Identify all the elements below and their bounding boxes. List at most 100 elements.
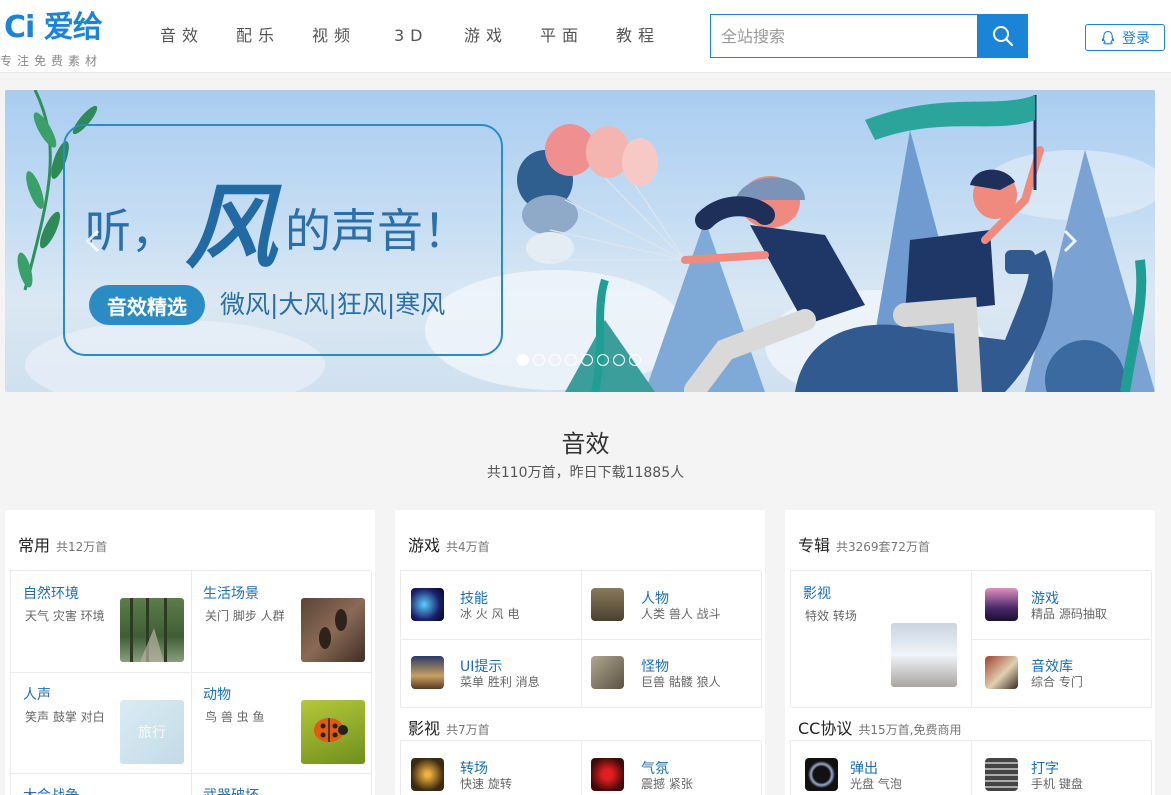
sub-section-header: 影视 共7万首 — [408, 715, 490, 739]
category-name: 人声 — [23, 687, 51, 703]
card-count: 共3269套72万首 — [836, 540, 930, 554]
banner-dot-1[interactable] — [517, 354, 529, 366]
banner-dot-7[interactable] — [613, 354, 625, 366]
category-tags: 笑声 鼓掌 对白 — [25, 710, 105, 724]
card-header: 常用 共12万首 — [18, 532, 107, 556]
card-count: 共4万首 — [446, 540, 490, 554]
banner-headline: 听，风 的声音！ — [85, 181, 470, 273]
banner-prev-arrow-icon[interactable] — [80, 228, 106, 254]
banner-dot-4[interactable] — [565, 354, 577, 366]
sub-section-count: 共15万首,免费商用 — [858, 723, 962, 737]
nav-item-graphics[interactable]: 平面 — [540, 24, 584, 48]
search-box — [710, 14, 978, 58]
category-tags: 手机 键盘 — [1031, 777, 1083, 791]
nav-item-3d[interactable]: 3D — [394, 24, 429, 48]
category-animals[interactable]: 动物 鸟 兽 虫 鱼 — [191, 672, 372, 774]
logo-mark: Ci 爱给 — [4, 10, 103, 45]
category-popup[interactable]: 弹出 光盘 气泡 — [791, 741, 972, 795]
category-tags: 人类 兽人 战斗 — [641, 607, 721, 621]
category-nature[interactable]: 自然环境 天气 灾害 环境 — [11, 571, 192, 673]
card-games: 游戏 共4万首 技能 冰 火 风 电 人物 人类 兽人 战斗 UI提示 菜单 胜利… — [395, 510, 765, 795]
category-name: 动物 — [203, 687, 231, 703]
banner-dot-8[interactable] — [629, 354, 641, 366]
card-title: 常用 — [18, 536, 51, 555]
category-typing[interactable]: 打字 手机 键盘 — [971, 741, 1152, 795]
category-characters[interactable]: 人物 人类 兽人 战斗 — [581, 571, 762, 640]
banner-title-big: 风 — [185, 173, 278, 281]
album-library[interactable]: 音效库 综合 专门 — [971, 639, 1152, 708]
film-grid: 转场 快速 旋转 气氛 震撼 紧张 — [400, 740, 762, 795]
ladybug-thumbnail — [301, 700, 365, 764]
category-tags: 综合 专门 — [1031, 675, 1083, 689]
atmosphere-icon — [591, 758, 624, 791]
banner-dot-2[interactable] — [533, 354, 545, 366]
banner-next-arrow-icon[interactable] — [1057, 228, 1083, 254]
album-film[interactable]: 影视 特效 转场 — [791, 571, 972, 708]
category-transitions[interactable]: 转场 快速 旋转 — [401, 741, 582, 795]
category-tags: 关门 脚步 人群 — [205, 609, 285, 623]
cc-grid: 弹出 光盘 气泡 打字 手机 键盘 — [790, 740, 1152, 795]
login-button[interactable]: 登录 — [1085, 24, 1165, 51]
banner-dot-3[interactable] — [549, 354, 561, 366]
category-war[interactable]: 大会战争 — [11, 773, 192, 795]
category-daily-life[interactable]: 生活场景 关门 脚步 人群 — [191, 571, 372, 673]
category-atmosphere[interactable]: 气氛 震撼 紧张 — [581, 741, 762, 795]
section-subtitle: 共110万首，昨日下载11885人 — [486, 465, 685, 481]
category-tags: 天气 灾害 环境 — [25, 609, 105, 623]
category-tags: 冰 火 风 电 — [460, 607, 520, 621]
qq-icon — [1101, 30, 1115, 44]
hero-banner[interactable]: 听，风 的声音！ 音效精选 微风|大风|狂风|寒风 — [5, 90, 1155, 392]
login-label: 登录 — [1122, 30, 1150, 47]
banner-pagination — [517, 354, 641, 366]
category-tags: 菜单 胜利 消息 — [460, 675, 540, 689]
category-weapons[interactable]: 武器破坏 — [191, 773, 372, 795]
nav-item-video[interactable]: 视频 — [312, 24, 356, 48]
search-input[interactable] — [711, 15, 978, 57]
voice-thumbnail: 旅行 — [120, 700, 184, 764]
skills-icon — [411, 588, 444, 621]
category-tags: 光盘 气泡 — [850, 777, 902, 791]
search-button[interactable] — [977, 14, 1028, 58]
category-ui-sounds[interactable]: UI提示 菜单 胜利 消息 — [401, 639, 582, 708]
section-title: 音效 — [561, 430, 610, 458]
banner-title-post: 的声音！ — [285, 204, 470, 258]
nature-thumbnail — [120, 598, 184, 662]
sub-section-header: CC协议 共15万首,免费商用 — [798, 715, 961, 739]
banner-dot-5[interactable] — [581, 354, 593, 366]
sub-section-title: 影视 — [408, 719, 441, 738]
category-grid: 自然环境 天气 灾害 环境 生活场景 关门 脚步 人群 人声 笑声 鼓掌 对白 … — [10, 570, 372, 795]
category-name: 生活场景 — [203, 586, 259, 602]
nav-item-sound-effects[interactable]: 音效 — [160, 24, 204, 48]
card-title: 专辑 — [798, 536, 831, 555]
site-logo[interactable]: Ci 爱给 专注免费素材 — [0, 10, 124, 68]
category-voice[interactable]: 人声 笑声 鼓掌 对白 旅行 — [11, 672, 192, 774]
card-common: 常用 共12万首 自然环境 天气 灾害 环境 生活场景 关门 脚步 人群 人声 笑… — [5, 510, 375, 795]
typing-icon — [985, 758, 1018, 791]
logo-slogan: 专注免费素材 — [0, 54, 103, 68]
category-name: 影视 — [803, 586, 831, 602]
category-tags: 精品 源码抽取 — [1031, 607, 1107, 621]
album-grid: 影视 特效 转场 游戏 精品 源码抽取 音效库 综合 专门 — [790, 570, 1152, 708]
monsters-icon — [591, 656, 624, 689]
sub-section-title: CC协议 — [798, 719, 853, 738]
thumbnail-text: 旅行 — [138, 725, 166, 741]
category-tags: 巨兽 骷髅 狼人 — [641, 675, 721, 689]
card-title: 游戏 — [408, 536, 441, 555]
card-header: 专辑 共3269套72万首 — [798, 532, 930, 556]
category-monsters[interactable]: 怪物 巨兽 骷髅 狼人 — [581, 639, 762, 708]
banner-dot-6[interactable] — [597, 354, 609, 366]
sub-section-count: 共7万首 — [446, 723, 490, 737]
nav-item-tutorials[interactable]: 教程 — [616, 24, 660, 48]
transitions-icon — [411, 758, 444, 791]
footsteps-thumbnail — [301, 598, 365, 662]
category-tags: 震撼 紧张 — [641, 777, 693, 791]
category-skills[interactable]: 技能 冰 火 风 电 — [401, 571, 582, 640]
nav-item-games[interactable]: 游戏 — [464, 24, 508, 48]
category-name: 大会战争 — [23, 785, 79, 795]
nav-item-music[interactable]: 配乐 — [236, 24, 280, 48]
library-album-icon — [985, 656, 1018, 689]
card-count: 共12万首 — [56, 540, 108, 554]
game-album-icon — [985, 588, 1018, 621]
album-games[interactable]: 游戏 精品 源码抽取 — [971, 571, 1152, 640]
category-tags: 特效 转场 — [805, 609, 857, 623]
